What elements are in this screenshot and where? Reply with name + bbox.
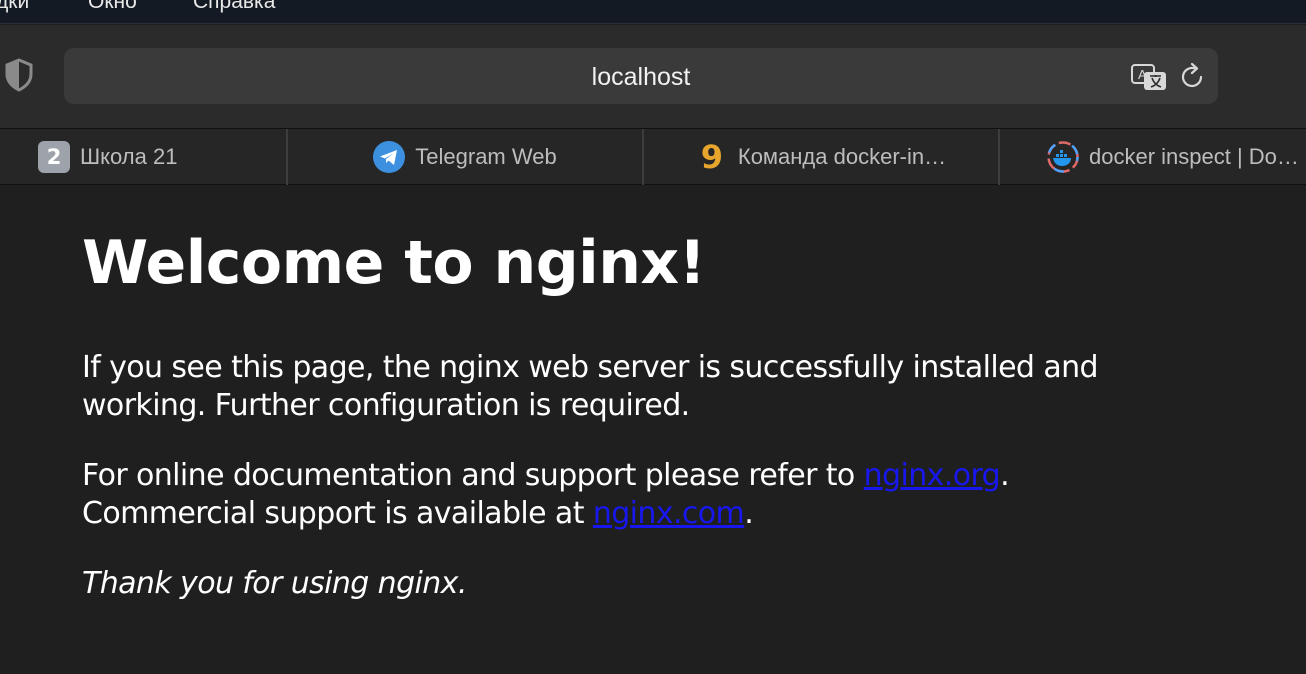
reload-icon[interactable] <box>1180 62 1206 91</box>
menu-item-window[interactable]: Окно <box>88 0 137 14</box>
school21-favicon: 2 <box>38 141 70 173</box>
intro-line-1: If you see this page, the nginx web serv… <box>82 350 1099 385</box>
page-title: Welcome to nginx! <box>82 228 706 298</box>
page-content: Welcome to nginx! If you see this page, … <box>0 185 1306 674</box>
intro-line-2: working. Further configuration is requir… <box>82 388 690 423</box>
school21-favicon-text: 2 <box>38 141 70 173</box>
translate-icon[interactable]: A <box>1130 63 1168 93</box>
period: . <box>1000 458 1010 493</box>
tab-title: Школа 21 <box>80 144 178 169</box>
tab-telegram[interactable]: Telegram Web <box>288 129 642 185</box>
nine-favicon-text: 9 <box>700 138 723 176</box>
telegram-favicon <box>373 141 406 173</box>
tab-docker-inspect[interactable]: docker inspect | Do… <box>1000 129 1306 185</box>
menu-item-help[interactable]: Справка <box>193 0 275 14</box>
intro-paragraph: If you see this page, the nginx web serv… <box>82 349 1099 425</box>
address-text[interactable]: localhost <box>64 63 1218 92</box>
thank-you-text: Thank you for using nginx. <box>82 566 467 601</box>
support-text: For online documentation and support ple… <box>82 458 864 493</box>
menu-bar: дки Окно Справка <box>0 0 1306 24</box>
period: . <box>744 496 754 531</box>
tab-title: Telegram Web <box>415 144 557 169</box>
nine-favicon: 9 <box>696 138 728 176</box>
tab-bar: 2 Школа 21 Telegram Web 9 Команда docker… <box>0 128 1306 185</box>
support-line-2: Commercial support is available at nginx… <box>82 495 1009 533</box>
support-paragraph: For online documentation and support ple… <box>82 457 1010 533</box>
shield-icon[interactable] <box>4 58 34 92</box>
docker-favicon <box>1047 141 1079 173</box>
tab-school21[interactable]: 2 Школа 21 <box>0 129 287 185</box>
nginx-org-link[interactable]: nginx.org <box>864 458 1001 493</box>
commercial-text: Commercial support is available at <box>82 496 593 531</box>
tab-title: Команда docker-in… <box>737 144 947 169</box>
nginx-com-link[interactable]: nginx.com <box>593 496 745 531</box>
address-bar[interactable]: localhost <box>64 48 1218 104</box>
tab-docker-command[interactable]: 9 Команда docker-in… <box>644 129 998 185</box>
tab-title: docker inspect | Do… <box>1089 144 1299 169</box>
menu-item-view[interactable]: дки <box>0 0 29 14</box>
support-line-1: For online documentation and support ple… <box>82 457 1010 495</box>
